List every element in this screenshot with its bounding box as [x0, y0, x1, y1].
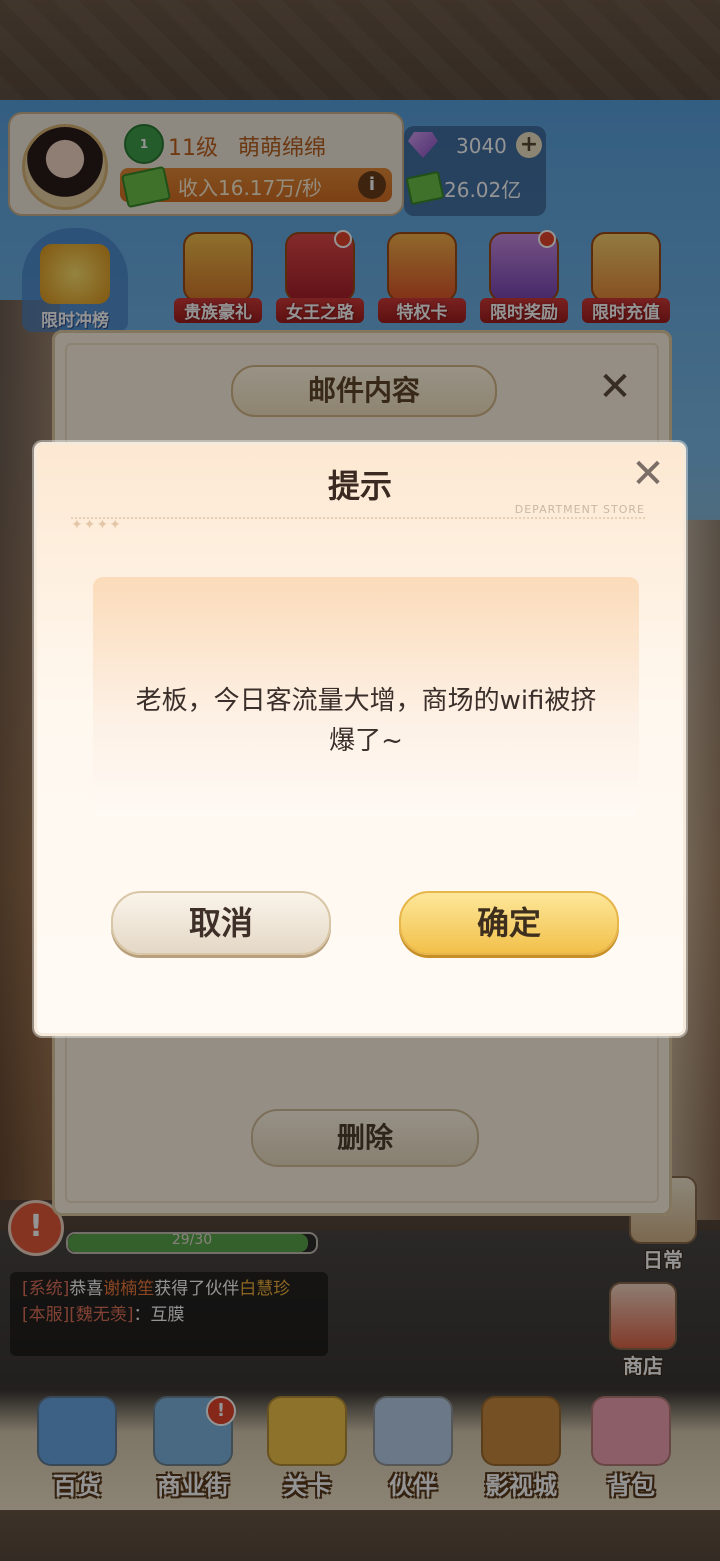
dialog-message: 老板，今日客流量大增，商场的wifi被挤爆了~ [135, 686, 597, 756]
prompt-dialog: 提示 ✕ DEPARTMENT STORE ✦✦✦✦ 老板，今日客流量大增，商场… [34, 442, 686, 1036]
dialog-close-icon[interactable]: ✕ [627, 453, 669, 495]
dialog-subtitle: DEPARTMENT STORE [514, 503, 645, 516]
sparkle-decoration-icon: ✦✦✦✦ [71, 517, 122, 533]
dialog-title: 提示 [327, 467, 392, 505]
confirm-button[interactable]: 确定 [399, 891, 619, 955]
cancel-button[interactable]: 取消 [111, 891, 331, 955]
dialog-divider [71, 517, 645, 519]
dialog-message-box: 老板，今日客流量大增，商场的wifi被挤爆了~ [93, 577, 639, 817]
